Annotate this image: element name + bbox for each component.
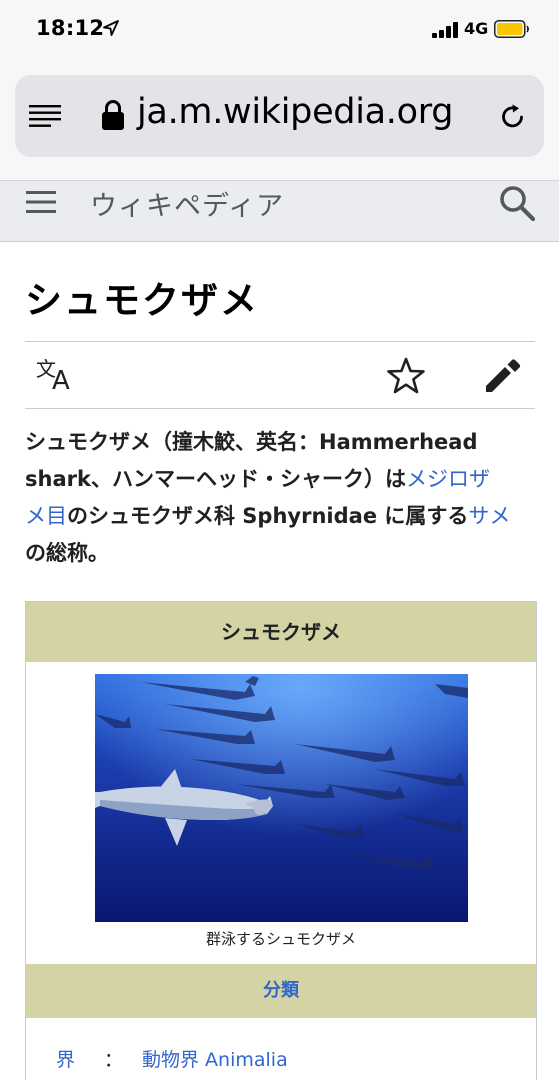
lead-text: のシュモクザメ科 Sphyrnidae に属する	[67, 504, 469, 528]
image-caption: 群泳するシュモクザメ	[205, 930, 356, 948]
link-carcharhiniformes-cont[interactable]: メ目	[25, 504, 67, 528]
actions-divider	[25, 408, 535, 409]
lead-text: の総称。	[25, 541, 109, 565]
status-bar: 18:12 4G	[0, 0, 559, 58]
url-text: ja.m.wikipedia.org	[137, 92, 454, 132]
lock-icon	[102, 100, 124, 130]
hamburger-menu-icon[interactable]	[26, 191, 56, 213]
link-shark[interactable]: サメ	[468, 504, 510, 528]
lead-text: 、ハンマーヘッド・シャーク）は	[90, 467, 406, 491]
network-type: 4G	[464, 19, 489, 38]
svg-text:A: A	[52, 366, 70, 392]
link-carcharhiniformes[interactable]: メジロザ	[406, 467, 490, 491]
rank-separator: ：	[104, 1049, 124, 1071]
location-arrow-icon	[103, 20, 119, 36]
bold-term-english: shark	[25, 467, 91, 491]
rank-label-link[interactable]: 界	[56, 1045, 75, 1072]
lead-line: の総称。	[25, 535, 535, 572]
status-time: 18:12	[36, 16, 105, 40]
address-bar[interactable]: ja.m.wikipedia.org	[15, 75, 544, 157]
lead-line: shark、ハンマーヘッド・シャーク）はメジロザ	[25, 461, 535, 498]
lead-text: （撞木鮫、英名：	[151, 430, 319, 454]
browser-toolbar: ja.m.wikipedia.org	[0, 58, 559, 180]
title-divider	[25, 341, 535, 342]
language-icon[interactable]: 文 A	[36, 356, 78, 392]
lead-paragraph: シュモクザメ（撞木鮫、英名：Hammerhead shark、ハンマーヘッド・シ…	[25, 424, 535, 572]
rank-value-link[interactable]: 動物界 Animalia	[142, 1045, 288, 1072]
lead-line: メ目のシュモクザメ科 Sphyrnidae に属するサメ	[25, 498, 535, 535]
infobox-title: シュモクザメ	[26, 602, 536, 662]
wiki-header: ウィキペディア	[0, 180, 559, 242]
page-title: シュモクザメ	[25, 278, 259, 322]
lead-line: シュモクザメ（撞木鮫、英名：Hammerhead	[25, 424, 535, 461]
watch-star-icon[interactable]	[386, 356, 426, 396]
wiki-brand-logo[interactable]: ウィキペディア	[90, 184, 284, 223]
cellular-signal-icon	[432, 22, 458, 38]
hammerhead-school-photo[interactable]	[95, 674, 468, 922]
reload-icon[interactable]	[499, 103, 527, 131]
battery-icon	[494, 20, 529, 38]
taxobox: シュモクザメ 群泳するシュモクザメ 分類 界 ： 動物界 Animalia	[25, 601, 537, 1080]
classification-header-link[interactable]: 分類	[26, 964, 536, 1018]
taxonomy-row-kingdom: 界 ： 動物界 Animalia	[26, 1036, 536, 1078]
bold-term-english: Hammerhead	[319, 430, 478, 454]
bold-term: シュモクザメ	[25, 430, 151, 454]
reader-view-icon[interactable]	[29, 105, 61, 127]
edit-pencil-icon[interactable]	[484, 358, 522, 394]
search-icon[interactable]	[498, 184, 536, 222]
